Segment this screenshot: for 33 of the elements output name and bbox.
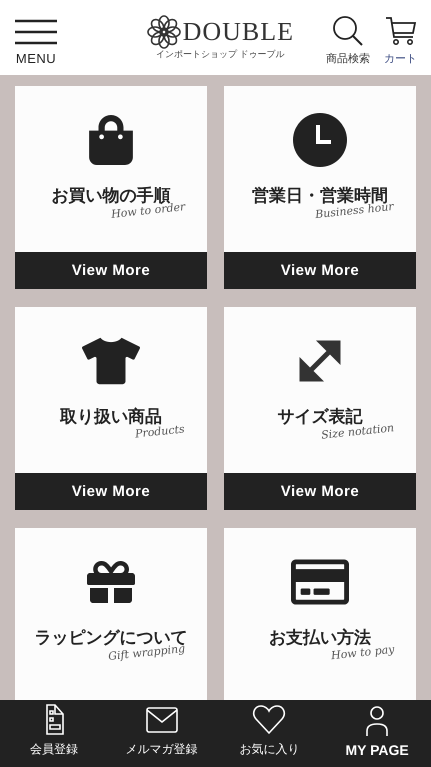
flower-logo-icon — [146, 14, 181, 48]
menu-icon — [15, 19, 57, 45]
view-more-button[interactable]: View More — [15, 473, 207, 510]
view-more-button[interactable]: View More — [224, 252, 416, 289]
card-title: お支払い方法 — [269, 627, 371, 648]
bottom-nav-item[interactable]: お気に入り — [216, 700, 324, 767]
info-card[interactable]: お買い物の手順 How to order View More — [15, 86, 207, 289]
card-title: サイズ表記 — [278, 406, 362, 427]
logo-subtitle: インポートショップ ドゥーブル — [156, 48, 285, 60]
info-card[interactable]: ラッピングについて Gift wrapping — [15, 528, 207, 700]
logo-text: DOUBLE — [182, 16, 294, 46]
view-more-button[interactable]: View More — [15, 252, 207, 289]
shopping-bag-icon — [86, 115, 136, 165]
clock-icon — [293, 113, 347, 167]
gift-icon — [87, 558, 135, 606]
menu-button[interactable]: MENU — [15, 19, 57, 66]
bottom-nav-item[interactable]: 会員登録 — [0, 700, 108, 767]
info-card[interactable]: 営業日・営業時間 Business hour View More — [224, 86, 416, 289]
view-more-button[interactable]: View More — [224, 473, 416, 510]
card-title: お買い物の手順 — [52, 185, 170, 206]
heart-icon — [251, 704, 288, 736]
cart-icon — [384, 15, 416, 47]
bottom-nav-item[interactable]: MY PAGE — [323, 700, 431, 767]
info-card[interactable]: 取り扱い商品 Products View More — [15, 307, 207, 510]
mail-icon — [144, 704, 180, 736]
card-title: 取り扱い商品 — [60, 406, 162, 427]
cart-button[interactable]: カート — [384, 15, 417, 66]
bottom-nav-item[interactable]: メルマガ登録 — [108, 700, 216, 767]
info-card[interactable]: サイズ表記 Size notation View More — [224, 307, 416, 510]
search-button[interactable]: 商品検索 — [326, 15, 370, 66]
info-card[interactable]: お支払い方法 How to pay — [224, 528, 416, 700]
shop-logo[interactable]: DOUBLE インポートショップ ドゥーブル — [146, 14, 294, 60]
search-icon — [332, 15, 364, 47]
